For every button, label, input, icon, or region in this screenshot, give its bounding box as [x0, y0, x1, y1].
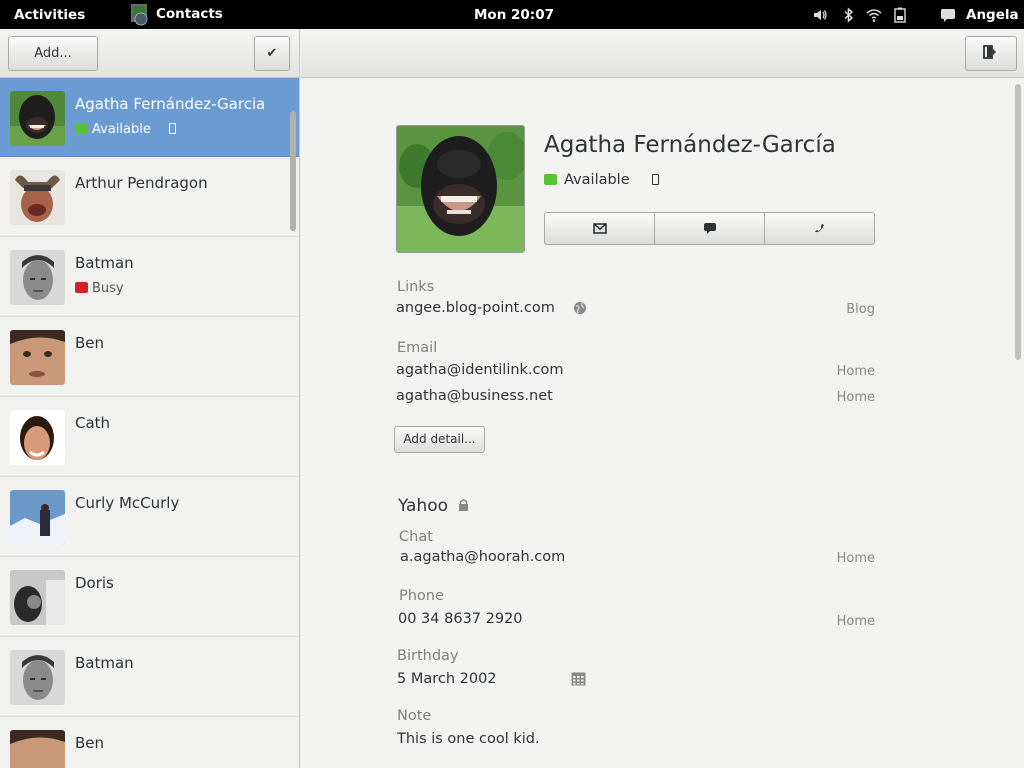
link-value[interactable]: angee.blog-point.com — [396, 300, 555, 316]
avatar — [10, 570, 65, 625]
avatar — [10, 91, 65, 146]
contact-name: Doris — [75, 574, 114, 592]
battery-icon[interactable] — [892, 7, 908, 23]
detail-toolbar — [301, 29, 1024, 78]
avatar — [10, 730, 65, 768]
contact-row[interactable]: Ben — [0, 317, 299, 397]
globe-icon[interactable] — [573, 301, 587, 315]
app-menu[interactable]: Contacts — [156, 6, 223, 22]
chat-label: Chat — [399, 529, 433, 545]
status-label: Available — [92, 122, 151, 137]
clock[interactable]: Mon 20:07 — [474, 7, 554, 23]
contact-row[interactable]: Curly McCurly — [0, 477, 299, 557]
email-type: Home — [836, 364, 875, 379]
call-button[interactable] — [765, 213, 874, 244]
contact-row[interactable]: Arthur Pendragon — [0, 157, 299, 237]
activities-button[interactable]: Activities — [14, 7, 85, 23]
contact-name: Agatha Fernández-Garcia — [75, 95, 266, 113]
app-menu-label: Contacts — [156, 6, 223, 22]
yahoo-section-title: Yahoo — [398, 496, 470, 516]
lock-icon — [459, 499, 469, 511]
link-type: Blog — [846, 302, 875, 317]
add-contact-button[interactable]: Add... — [8, 36, 98, 71]
avatar — [10, 170, 65, 225]
contact-name: Batman — [75, 254, 134, 272]
wifi-icon[interactable] — [866, 7, 882, 23]
email-icon — [592, 223, 607, 234]
calendar-icon[interactable] — [571, 672, 586, 686]
contact-photo[interactable] — [396, 125, 525, 253]
contact-row[interactable]: Batman Busy — [0, 237, 299, 317]
contact-name: Curly McCurly — [75, 494, 180, 512]
birthday-label: Birthday — [397, 648, 459, 664]
contact-row[interactable]: Agatha Fernández-Garcia Available — [0, 78, 299, 157]
link-contacts-button[interactable] — [965, 36, 1017, 71]
birthday-value[interactable]: 5 March 2002 — [397, 671, 497, 687]
email-value[interactable]: agatha@business.net — [396, 388, 553, 404]
contact-status: Busy — [75, 281, 124, 296]
contact-list: Agatha Fernández-Garcia Available Arthur… — [0, 78, 299, 768]
available-icon — [544, 174, 557, 185]
add-detail-button[interactable]: Add detail... — [394, 426, 485, 453]
avatar — [10, 490, 65, 545]
phone-icon — [651, 174, 659, 185]
yahoo-title: Yahoo — [398, 496, 449, 516]
send-email-button[interactable] — [545, 213, 655, 244]
top-bar: Activities Contacts Mon 20:07 Angela — [0, 0, 1024, 29]
detail-status: Available — [544, 172, 659, 188]
contacts-list-pane: Add... ✔ Agatha Fernández-Garcia Availab… — [0, 29, 300, 768]
bluetooth-icon[interactable] — [841, 7, 857, 23]
contact-row[interactable]: Batman — [0, 637, 299, 717]
contact-name: Arthur Pendragon — [75, 174, 208, 192]
available-icon — [75, 123, 88, 134]
email-type: Home — [836, 390, 875, 405]
contact-row[interactable]: Ben — [0, 717, 299, 768]
contact-name: Ben — [75, 334, 105, 352]
phone-icon — [168, 123, 176, 134]
user-menu[interactable]: Angela — [966, 7, 1019, 23]
chat-icon — [703, 223, 716, 234]
detail-scrollbar[interactable] — [1015, 84, 1021, 360]
detail-contact-name: Agatha Fernández-García — [544, 132, 836, 158]
chat-icon[interactable] — [940, 7, 956, 23]
contact-row[interactable]: Doris — [0, 557, 299, 637]
avatar — [10, 650, 65, 705]
start-chat-button[interactable] — [655, 213, 765, 244]
phone-icon — [814, 223, 824, 232]
contact-name: Ben — [75, 734, 105, 752]
busy-icon — [75, 282, 88, 293]
contact-name: Cath — [75, 414, 111, 432]
exit-icon — [983, 45, 996, 59]
phone-label: Phone — [399, 588, 444, 604]
avatar — [10, 330, 65, 385]
phone-type: Home — [836, 614, 875, 629]
contact-name: Batman — [75, 654, 134, 672]
links-label: Links — [397, 279, 435, 295]
avatar — [10, 250, 65, 305]
volume-icon[interactable] — [812, 7, 828, 23]
contact-row[interactable]: Cath — [0, 397, 299, 477]
checkmark-icon: ✔ — [266, 46, 278, 61]
status-label: Busy — [92, 281, 124, 296]
chat-value[interactable]: a.agatha@hoorah.com — [400, 549, 565, 565]
detail-status-label: Available — [564, 172, 630, 188]
contacts-app-icon — [128, 2, 150, 28]
email-value[interactable]: agatha@identilink.com — [396, 362, 564, 378]
phone-value[interactable]: 00 34 8637 2920 — [398, 611, 523, 627]
contact-actions — [544, 212, 875, 245]
contact-status: Available — [75, 122, 176, 137]
contact-detail-pane: Agatha Fernández-García Available Links … — [301, 78, 1024, 768]
avatar — [10, 410, 65, 465]
chat-type: Home — [836, 551, 875, 566]
email-label: Email — [397, 340, 438, 356]
select-mode-button[interactable]: ✔ — [254, 36, 290, 71]
contact-list-scrollbar[interactable] — [290, 111, 296, 231]
note-label: Note — [397, 708, 432, 724]
note-value[interactable]: This is one cool kid. — [397, 731, 540, 747]
list-toolbar: Add... ✔ — [0, 29, 299, 78]
